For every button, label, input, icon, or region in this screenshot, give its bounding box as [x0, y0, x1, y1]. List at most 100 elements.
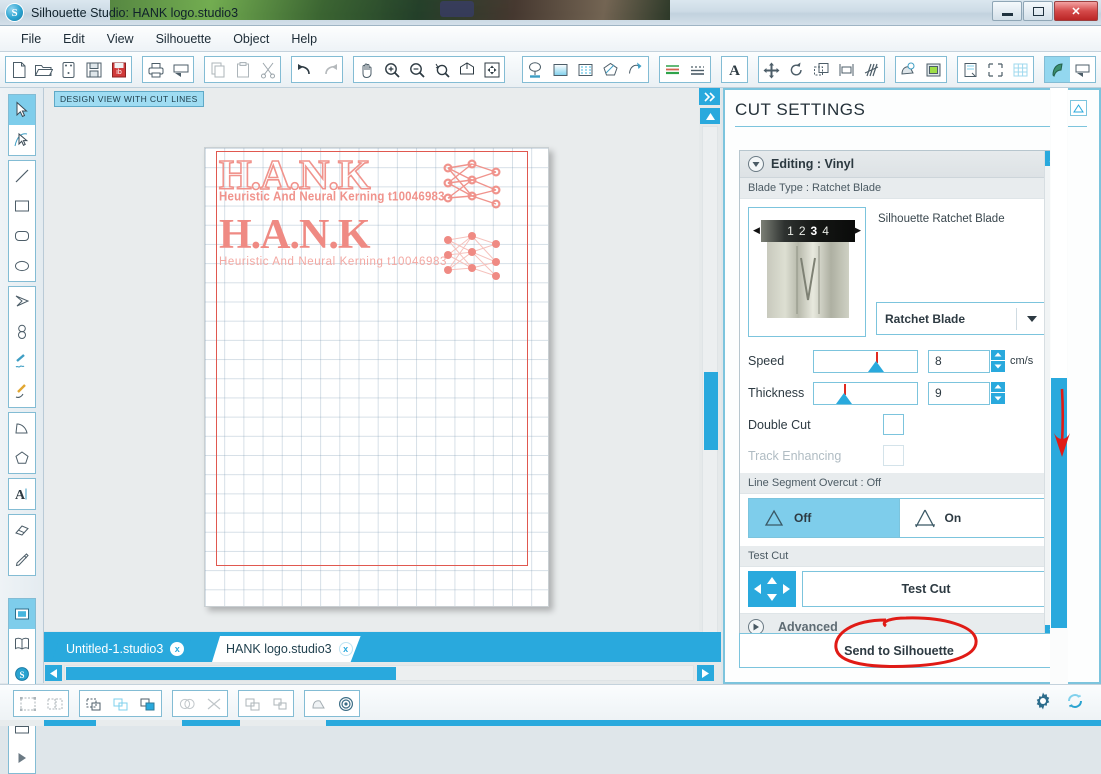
text-tool[interactable]: A	[9, 479, 35, 509]
offset-icon[interactable]	[896, 57, 921, 82]
detach-icon[interactable]	[200, 691, 227, 716]
dashed-line-icon[interactable]	[685, 57, 710, 82]
scroll-left-icon[interactable]	[45, 665, 62, 681]
offset-shape-icon[interactable]	[305, 691, 332, 716]
test-cut-button[interactable]: Test Cut	[802, 571, 1050, 607]
stepper-down-icon[interactable]	[991, 393, 1005, 405]
scroll-right-icon[interactable]	[697, 665, 714, 681]
expand-panel-icon[interactable]	[699, 88, 720, 105]
panel-vertical-scrollbar[interactable]	[1050, 88, 1068, 684]
panel-vscroll-thumb[interactable]	[1051, 378, 1067, 628]
thickness-value-input[interactable]: 9	[928, 381, 990, 405]
intersect-icon[interactable]	[266, 691, 293, 716]
concentric-offset-icon[interactable]	[332, 691, 359, 716]
minimize-button[interactable]	[992, 1, 1022, 21]
replicate-icon[interactable]	[859, 57, 884, 82]
speed-slider[interactable]	[813, 349, 918, 373]
fill-pattern-icon[interactable]	[573, 57, 598, 82]
line-style-icon[interactable]	[623, 57, 648, 82]
cutting-mat-page[interactable]: H.A.N.K Heuristic And Neural Kerning t10…	[204, 147, 549, 607]
bring-to-front-icon[interactable]	[80, 691, 107, 716]
canvas-hscroll-thumb[interactable]	[66, 667, 396, 680]
thickness-stepper[interactable]	[991, 381, 1005, 405]
group-icon[interactable]	[14, 691, 41, 716]
arc-tool[interactable]	[9, 413, 35, 443]
eraser-tool[interactable]	[9, 515, 35, 545]
scale-icon[interactable]	[809, 57, 834, 82]
fit-to-window-icon[interactable]	[479, 57, 504, 82]
freehand-tool[interactable]	[9, 347, 35, 377]
speed-stepper[interactable]	[991, 349, 1005, 373]
thickness-slider[interactable]	[813, 381, 918, 405]
paste-icon[interactable]	[230, 57, 255, 82]
preferences-gear-icon[interactable]	[1033, 691, 1053, 716]
regular-polygon-tool[interactable]	[9, 443, 35, 473]
speed-value-input[interactable]: 8	[928, 349, 990, 373]
dropdown-arrow-icon[interactable]	[1017, 315, 1047, 323]
ellipse-tool[interactable]	[9, 251, 35, 281]
rotate-icon[interactable]	[784, 57, 809, 82]
overcut-on-option[interactable]: On	[898, 499, 1050, 537]
zoom-selection-icon[interactable]	[429, 57, 454, 82]
pan-hand-icon[interactable]	[354, 57, 379, 82]
tab-close-icon[interactable]: x	[339, 642, 353, 656]
scroll-up-icon[interactable]	[700, 108, 720, 124]
send-to-silhouette-button[interactable]: Send to Silhouette	[739, 633, 1059, 668]
copy-icon[interactable]	[205, 57, 230, 82]
bring-forward-icon[interactable]	[134, 691, 161, 716]
polygon-tool[interactable]	[9, 287, 35, 317]
document-tab-hank-logo[interactable]: HANK logo.studio3 x	[212, 636, 361, 662]
fill-gradient-icon[interactable]	[548, 57, 573, 82]
send-to-silhouette-icon[interactable]	[1070, 57, 1095, 82]
double-cut-checkbox[interactable]	[883, 414, 904, 435]
menu-silhouette[interactable]: Silhouette	[145, 29, 223, 49]
zoom-in-icon[interactable]	[379, 57, 404, 82]
move-icon[interactable]	[759, 57, 784, 82]
zoom-region-icon[interactable]	[454, 57, 479, 82]
registration-marks-icon[interactable]	[983, 57, 1008, 82]
blade-image-box[interactable]: 1 2 3 4 ◀ ▶	[748, 207, 866, 337]
rectangle-tool[interactable]	[9, 191, 35, 221]
fill-color-icon[interactable]	[523, 57, 548, 82]
canvas-vscroll-thumb[interactable]	[704, 372, 718, 450]
expand-up-outline-icon[interactable]	[1070, 100, 1087, 116]
maximize-button[interactable]	[1023, 1, 1053, 21]
print-icon[interactable]	[143, 57, 168, 82]
canvas-vertical-scrollbar[interactable]	[699, 88, 721, 669]
sync-refresh-icon[interactable]	[1065, 691, 1085, 716]
new-from-template-icon[interactable]	[56, 57, 81, 82]
cut-settings-icon[interactable]	[1045, 57, 1070, 82]
zoom-out-icon[interactable]	[404, 57, 429, 82]
grid-icon[interactable]	[1008, 57, 1033, 82]
smooth-freehand-tool[interactable]	[9, 377, 35, 407]
new-document-icon[interactable]	[6, 57, 31, 82]
design-page-panel[interactable]	[9, 599, 35, 629]
knife-tool[interactable]	[9, 545, 35, 575]
menu-help[interactable]: Help	[280, 29, 328, 49]
redo-icon[interactable]	[317, 57, 342, 82]
blade-depth-dial[interactable]: 1 2 3 4	[761, 220, 855, 242]
line-color-icon[interactable]	[598, 57, 623, 82]
trace-icon[interactable]	[921, 57, 946, 82]
stepper-up-icon[interactable]	[991, 349, 1005, 361]
save-icon[interactable]	[81, 57, 106, 82]
curve-tool[interactable]	[9, 317, 35, 347]
open-folder-icon[interactable]	[31, 57, 56, 82]
tab-close-icon[interactable]: x	[170, 642, 184, 656]
send-backward-icon[interactable]	[107, 691, 134, 716]
canvas-vscroll-track[interactable]	[702, 126, 718, 646]
edit-points-tool[interactable]	[9, 125, 35, 155]
ungroup-icon[interactable]	[41, 691, 68, 716]
cut-scissors-icon[interactable]	[255, 57, 280, 82]
chevron-down-circle-icon[interactable]	[748, 156, 764, 172]
play-tool[interactable]	[9, 743, 35, 773]
stepper-up-icon[interactable]	[991, 381, 1005, 393]
print-preview-icon[interactable]	[168, 57, 193, 82]
overcut-off-option[interactable]: Off	[749, 499, 899, 537]
rounded-rectangle-tool[interactable]	[9, 221, 35, 251]
save-to-library-icon[interactable]: ib	[106, 57, 131, 82]
line-thickness-icon[interactable]	[660, 57, 685, 82]
menu-edit[interactable]: Edit	[52, 29, 96, 49]
blade-select[interactable]: Ratchet Blade	[876, 302, 1048, 335]
menu-object[interactable]: Object	[222, 29, 280, 49]
